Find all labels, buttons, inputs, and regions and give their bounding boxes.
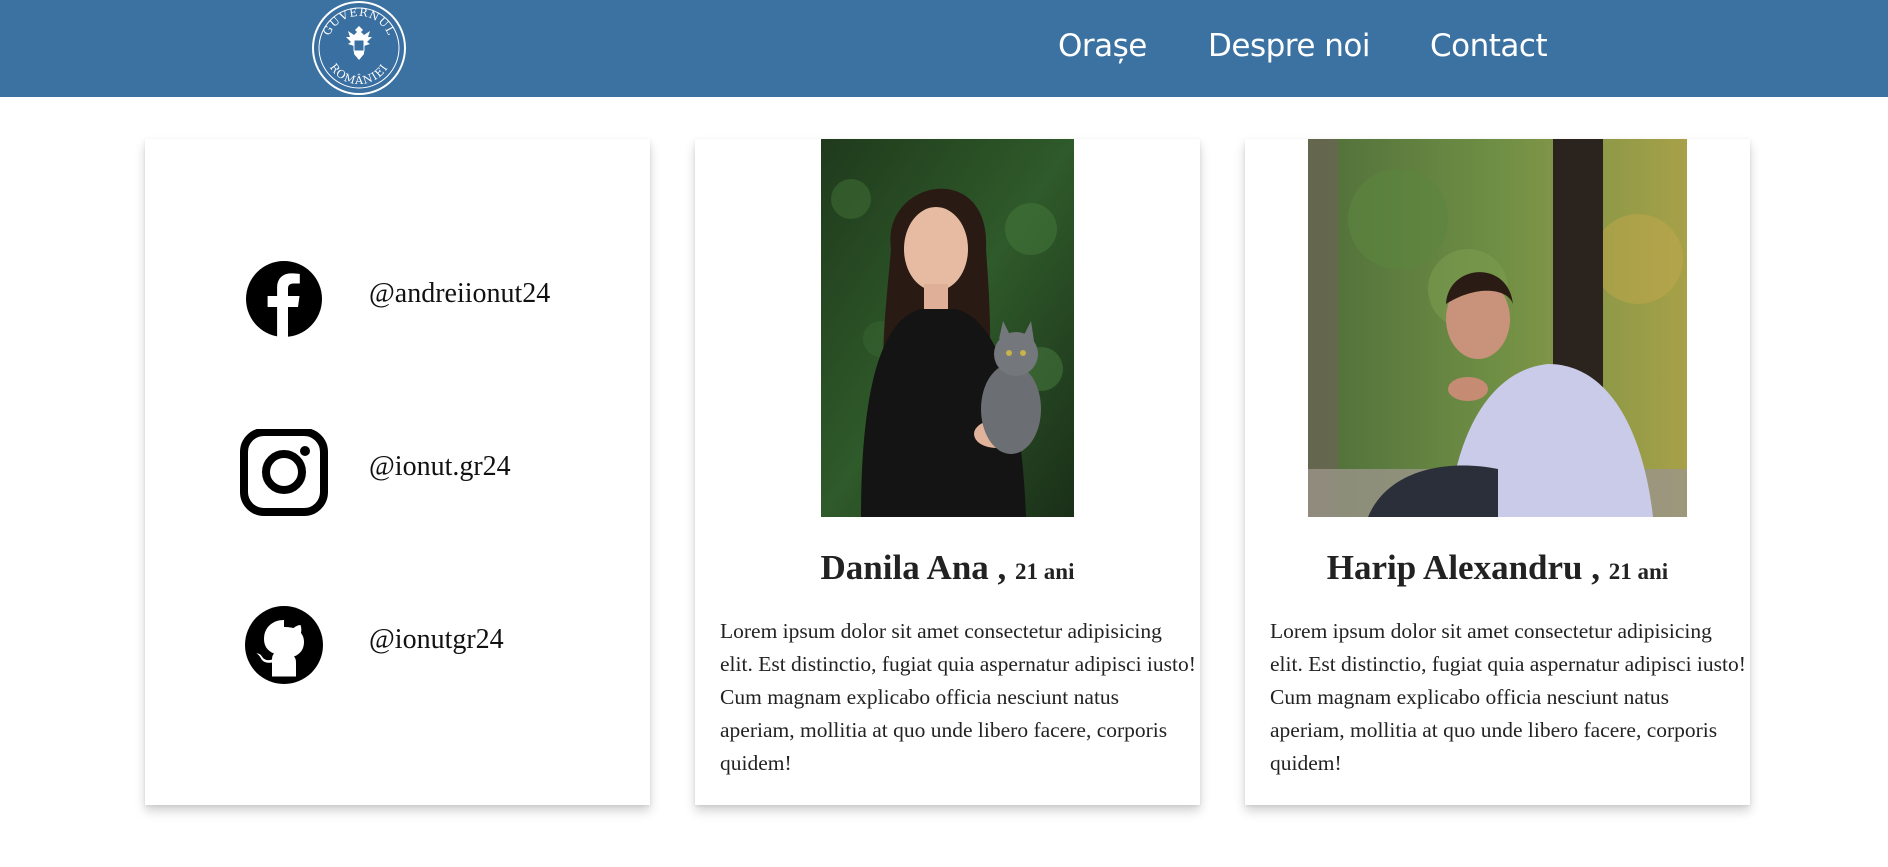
person-name-text: Harip Alexandru (1326, 548, 1583, 587)
profile-photo (821, 139, 1074, 517)
nav-link-orase[interactable]: Orașe (1058, 24, 1147, 68)
nav-link-contact[interactable]: Contact (1430, 24, 1548, 68)
facebook-icon[interactable] (239, 256, 329, 346)
profile-card-danila-ana: Danila Ana , 21 ani Lorem ipsum dolor si… (695, 139, 1200, 805)
profile-photo (1308, 139, 1687, 517)
person-name: Harip Alexandru , 21 ani (1245, 548, 1750, 588)
github-icon[interactable] (239, 602, 329, 692)
social-row-instagram[interactable]: @ionut.gr24 (145, 428, 650, 519)
government-seal-logo[interactable]: GUVERNUL ROMÂNIEI (311, 0, 407, 96)
navbar: GUVERNUL ROMÂNIEI Orașe Despre noi Conta… (0, 0, 1888, 97)
person-name: Danila Ana , 21 ani (695, 548, 1200, 588)
person-age: 21 ani (1015, 559, 1075, 584)
instagram-icon[interactable] (239, 428, 329, 519)
profile-card-harip-alexandru: Harip Alexandru , 21 ani Lorem ipsum dol… (1245, 139, 1750, 805)
person-bio: Lorem ipsum dolor sit amet consectetur a… (1270, 619, 1746, 775)
social-links-card: @andreiionut24 @ionut.gr24 @ionutgr24 (145, 139, 650, 805)
name-separator: , (988, 548, 1007, 587)
social-row-github[interactable]: @ionutgr24 (145, 602, 650, 692)
person-age: 21 ani (1608, 559, 1669, 584)
person-name-text: Danila Ana (820, 548, 989, 587)
facebook-handle[interactable]: @andreiionut24 (369, 278, 550, 310)
instagram-handle[interactable]: @ionut.gr24 (369, 451, 511, 483)
name-separator: , (1582, 548, 1601, 587)
person-bio: Lorem ipsum dolor sit amet consectetur a… (720, 619, 1196, 775)
social-row-facebook[interactable]: @andreiionut24 (145, 256, 650, 346)
nav-link-despre-noi[interactable]: Despre noi (1208, 24, 1371, 68)
github-handle[interactable]: @ionutgr24 (369, 624, 504, 656)
